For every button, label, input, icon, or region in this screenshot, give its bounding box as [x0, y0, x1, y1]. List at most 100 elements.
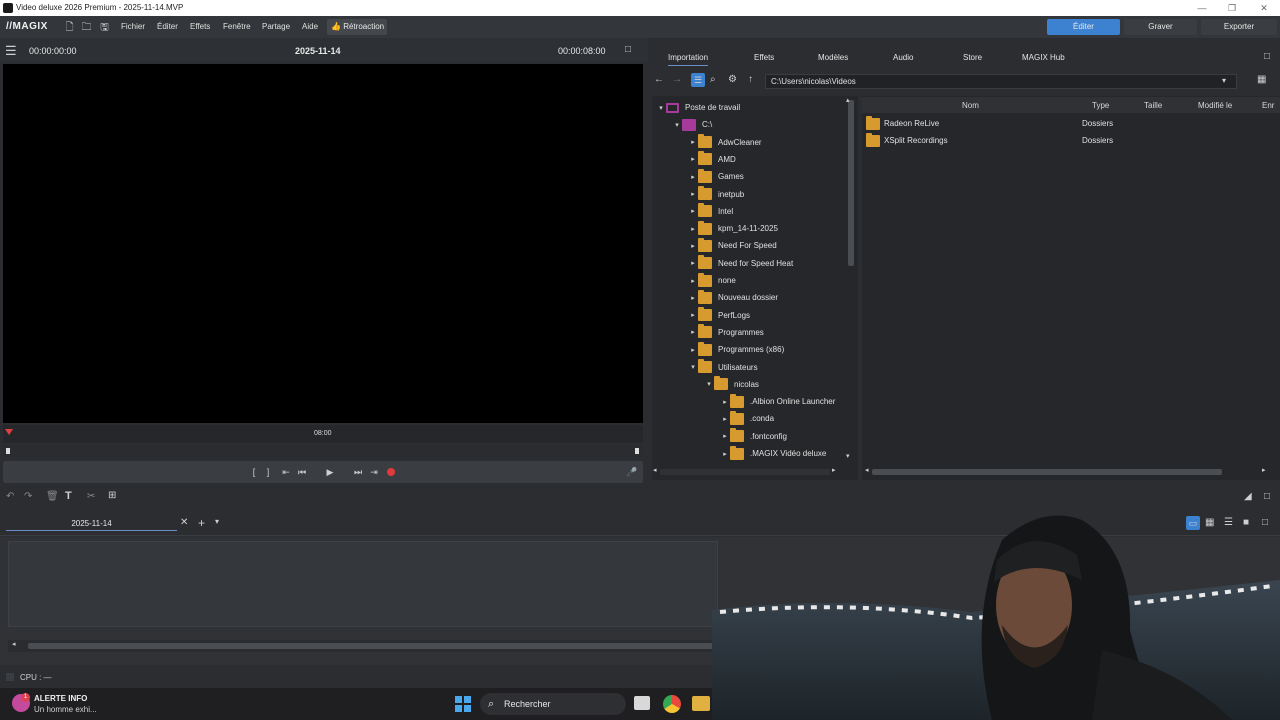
forward-arrow-icon[interactable]: →	[672, 74, 682, 85]
tree-item[interactable]: ▸ Intel	[688, 203, 733, 220]
alert-title[interactable]: ALERTE INFO	[34, 694, 87, 703]
playhead-marker[interactable]	[5, 429, 13, 435]
expand-arrow-icon[interactable]: ▸	[688, 328, 698, 336]
expand-arrow-icon[interactable]: ▸	[720, 398, 730, 406]
expand-arrow-icon[interactable]: ▸	[720, 415, 730, 423]
files-hscrollbar[interactable]	[872, 469, 1222, 475]
scrub-bar[interactable]	[3, 445, 643, 457]
back-arrow-icon[interactable]: ←	[654, 74, 664, 85]
range-start-handle[interactable]	[6, 448, 10, 454]
tree-item[interactable]: ▸ Nouveau dossier	[688, 289, 778, 306]
parent-folder-arrow-icon[interactable]: ↑	[748, 74, 753, 85]
files-scroll-right-icon[interactable]: ▸	[1262, 466, 1266, 474]
close-tab-icon[interactable]: ✕	[180, 517, 188, 528]
tab-arrangement[interactable]: 2025-11-14	[6, 517, 177, 531]
preview-ruler[interactable]: 08:00	[3, 425, 643, 443]
storyboard-scroll-thumb[interactable]	[28, 643, 718, 649]
mode-burn-button[interactable]: Graver	[1124, 19, 1197, 35]
mark-in-icon[interactable]: [	[247, 465, 261, 479]
open-folder-icon[interactable]: 🗀	[80, 20, 93, 33]
tree-item[interactable]: ▸ .fontconfig	[720, 428, 787, 445]
collapse-arrow-icon[interactable]: ▾	[704, 380, 714, 388]
expand-arrow-icon[interactable]: ▸	[688, 294, 698, 302]
tree-scrollbar[interactable]	[848, 100, 854, 266]
tree-item[interactable]: ▾ C:\	[672, 116, 712, 133]
menu-editer[interactable]: Éditer	[157, 22, 178, 31]
expand-arrow-icon[interactable]: ▸	[688, 138, 698, 146]
menu-fenetre[interactable]: Fenêtre	[223, 22, 251, 31]
tree-scroll-down-icon[interactable]: ▾	[846, 452, 850, 460]
windows-start-icon[interactable]	[455, 696, 471, 712]
redo-icon[interactable]: ↷	[24, 491, 32, 502]
tree-item[interactable]: ▸ Programmes	[688, 324, 764, 341]
tree-item[interactable]: ▸ inetpub	[688, 186, 744, 203]
fullscreen-icon[interactable]: □	[625, 44, 631, 55]
task-view-icon[interactable]	[634, 696, 650, 710]
tab-importation[interactable]: Importation	[668, 53, 709, 66]
expand-arrow-icon[interactable]: ▸	[688, 242, 698, 250]
chrome-icon[interactable]	[663, 695, 681, 713]
settings-gear-icon[interactable]: ⚙	[728, 74, 737, 85]
tab-menu-chevron-icon[interactable]: ▾	[215, 517, 219, 526]
mode-export-button[interactable]: Exporter	[1201, 19, 1277, 35]
list-view-icon[interactable]: ☰	[691, 73, 705, 87]
tree-item[interactable]: ▸ PerfLogs	[688, 307, 750, 324]
close-window-button[interactable]: ✕	[1254, 2, 1274, 14]
tab-store[interactable]: Store	[963, 53, 982, 62]
tree-scroll-right-icon[interactable]: ▸	[832, 466, 836, 474]
tree-item[interactable]: ▸ .conda	[720, 410, 774, 427]
tree-item[interactable]: ▸ .Albion Online Launcher	[720, 393, 835, 410]
tree-item[interactable]: ▸ Games	[688, 168, 744, 185]
expand-arrow-icon[interactable]: ▸	[720, 432, 730, 440]
maximize-button[interactable]: ❐	[1222, 2, 1242, 14]
collapse-arrow-icon[interactable]: ▾	[672, 121, 682, 129]
tree-item[interactable]: ▸ Need For Speed	[688, 237, 777, 254]
feedback-button[interactable]: 👍 Rétroaction	[327, 19, 387, 35]
path-field[interactable]: C:\Users\nicolas\Videos ▾	[765, 74, 1237, 89]
new-file-icon[interactable]: 🗋	[63, 20, 76, 33]
chevron-down-icon[interactable]: ▾	[1222, 76, 1226, 85]
tree-item[interactable]: ▸ AMD	[688, 151, 736, 168]
column-enr[interactable]: Enr	[1262, 101, 1274, 110]
storyboard-hscrollbar[interactable]: ◂	[8, 640, 718, 652]
save-icon[interactable]: 🖫	[98, 20, 111, 33]
expand-arrow-icon[interactable]: ▸	[688, 259, 698, 267]
collapse-arrow-icon[interactable]: ▾	[656, 104, 666, 112]
tree-item[interactable]: ▸ Need for Speed Heat	[688, 255, 793, 272]
next-marker-icon[interactable]: ⏭	[351, 465, 365, 479]
minimize-button[interactable]: —	[1192, 2, 1212, 14]
tree-item[interactable]: ▾ Utilisateurs	[688, 359, 758, 376]
video-preview[interactable]	[3, 64, 643, 423]
expand-arrow-icon[interactable]: ▸	[688, 311, 698, 319]
column-name[interactable]: Nom	[962, 101, 979, 110]
expand-arrow-icon[interactable]: ▸	[688, 155, 698, 163]
text-title-icon[interactable]: T	[65, 490, 72, 502]
tree-scroll-up-icon[interactable]: ▴	[846, 96, 850, 104]
tree-item[interactable]: ▸ none	[688, 272, 736, 289]
tree-item[interactable]: ▸ AdwCleaner	[688, 134, 762, 151]
view-options-icon[interactable]: ▦	[1257, 74, 1266, 85]
tab-effets[interactable]: Effets	[754, 53, 774, 62]
undo-icon[interactable]: ↶	[6, 491, 14, 502]
column-type[interactable]: Type	[1092, 101, 1109, 110]
storyboard-scroll-left-icon[interactable]: ◂	[12, 640, 16, 648]
tree-item[interactable]: ▸ .MAGIX Vidéo deluxe	[720, 445, 826, 462]
insert-mode-icon[interactable]: ⊞	[108, 490, 116, 501]
column-size[interactable]: Taille	[1144, 101, 1162, 110]
record-icon[interactable]	[387, 468, 395, 476]
file-explorer-icon[interactable]	[692, 696, 710, 711]
panel-expand-icon[interactable]: □	[1264, 51, 1270, 62]
hamburger-menu-icon[interactable]: ☰	[5, 43, 17, 59]
mode-edit-button[interactable]: Éditer	[1047, 19, 1120, 35]
tree-item[interactable]: ▸ Programmes (x86)	[688, 341, 784, 358]
storyboard-track[interactable]	[8, 541, 718, 627]
microphone-icon[interactable]: 🎤	[625, 465, 639, 479]
expand-arrow-icon[interactable]: ▸	[688, 173, 698, 181]
search-icon[interactable]: ⌕	[710, 74, 716, 85]
go-to-start-icon[interactable]: ⇤	[279, 465, 293, 479]
cut-icon[interactable]: ✂	[87, 491, 95, 502]
tree-item[interactable]: ▾ Poste de travail	[656, 99, 740, 116]
play-icon[interactable]: ▶	[323, 465, 337, 479]
go-to-end-icon[interactable]: ⇥	[367, 465, 381, 479]
alert-text[interactable]: Un homme exhi...	[34, 705, 97, 714]
